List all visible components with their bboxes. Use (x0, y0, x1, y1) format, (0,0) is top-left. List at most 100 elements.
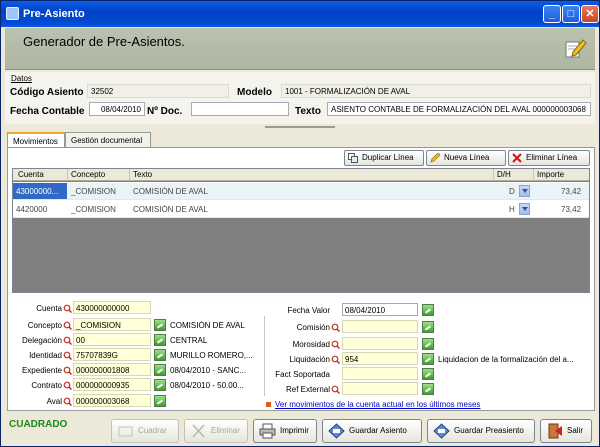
go-arrow-icon[interactable] (154, 395, 166, 407)
salir-button[interactable]: Salir (540, 419, 592, 443)
chevron-down-icon[interactable] (519, 203, 530, 215)
codigo-asiento-label: Código Asiento (10, 87, 84, 98)
go-arrow-icon[interactable] (422, 338, 434, 350)
guardar-preasiento-label: Guardar Preasiento (454, 426, 524, 435)
datos-section: Datos Código Asiento 32502 Modelo 1001 -… (5, 72, 595, 124)
modelo-value: 1001 - FORMALIZACIÓN DE AVAL (281, 84, 591, 98)
column-header-texto[interactable]: Texto (133, 170, 152, 179)
duplicar-linea-button[interactable]: Duplicar Línea (344, 150, 424, 166)
go-arrow-icon[interactable] (422, 383, 434, 395)
table-row[interactable]: 43000000... _COMISION COMISIÓN DE AVAL D… (13, 183, 589, 200)
fact-soportada-field[interactable] (342, 367, 418, 380)
fecha-valor-field[interactable]: 08/04/2010 (342, 303, 418, 316)
eliminar-linea-button[interactable]: Eliminar Línea (508, 150, 590, 166)
search-icon[interactable] (63, 321, 72, 330)
printer-icon (259, 423, 276, 439)
window-title: Pre-Asiento (23, 8, 85, 20)
identidad-label: Identidad (29, 351, 62, 360)
search-icon[interactable] (63, 381, 72, 390)
contrato-field[interactable]: 000000000935 (73, 378, 151, 391)
go-arrow-icon[interactable] (422, 321, 434, 333)
aval-field[interactable]: 000000003068 (73, 394, 151, 407)
concepto-label: Concepto (27, 321, 62, 330)
status-badge: CUADRADO (9, 419, 68, 430)
guardar-asiento-label: Guardar Asiento (349, 426, 407, 435)
morosidad-field[interactable] (342, 337, 418, 350)
row-cell-dh: H (509, 205, 515, 214)
movimientos-grid: Cuenta Concepto Texto D/H Importe 430000… (12, 168, 590, 293)
delegacion-field[interactable]: 00 (73, 333, 151, 346)
minimize-button[interactable]: _ (543, 5, 561, 23)
expediente-field[interactable]: 000000001808 (73, 363, 151, 376)
eliminar-label: Eliminar (211, 426, 240, 435)
search-icon[interactable] (63, 304, 72, 313)
identidad-field[interactable]: 75707839G (73, 348, 151, 361)
comision-field[interactable] (342, 320, 418, 333)
search-icon[interactable] (63, 336, 72, 345)
search-icon[interactable] (63, 397, 72, 406)
guardar-asiento-button[interactable]: Guardar Asiento (322, 419, 422, 443)
row-cell-importe: 73,42 (561, 187, 582, 196)
concepto-description: COMISIÓN DE AVAL (170, 321, 245, 330)
exit-door-icon (548, 423, 562, 439)
guardar-preasiento-button[interactable]: Guardar Preasiento (427, 419, 535, 443)
search-icon[interactable] (331, 355, 340, 364)
app-window: Pre-Asiento _ □ ✕ Generador de Pre-Asien… (0, 0, 600, 447)
cuadrar-label: Cuadrar (138, 426, 167, 435)
cuadrar-button[interactable]: Cuadrar (111, 419, 179, 443)
search-icon[interactable] (63, 366, 72, 375)
liquidacion-label: Liquidación (289, 355, 330, 364)
comision-label: Comisión (296, 323, 330, 332)
imprimir-button[interactable]: Imprimir (253, 419, 317, 443)
liquidacion-description: Liquidacion de la formalización del a... (438, 355, 574, 364)
go-arrow-icon[interactable] (154, 319, 166, 331)
concepto-field[interactable]: _COMISION (73, 318, 151, 331)
column-header-dh[interactable]: D/H (497, 170, 511, 179)
go-arrow-icon[interactable] (422, 368, 434, 380)
row-cell-dh: D (509, 187, 515, 196)
datos-section-label: Datos (11, 74, 32, 83)
search-icon[interactable] (331, 385, 340, 394)
ndoc-field[interactable] (191, 102, 289, 116)
eliminar-button[interactable]: Eliminar (184, 419, 248, 443)
table-row[interactable]: 4420000 _COMISION COMISIÓN DE AVAL H 73,… (13, 201, 589, 218)
chevron-down-icon[interactable] (519, 185, 530, 197)
nueva-linea-label: Nueva Línea (444, 153, 490, 162)
row-cell-importe: 73,42 (561, 205, 582, 214)
tab-gestion-documental[interactable]: Gestión documental (65, 132, 151, 148)
splitter-handle[interactable] (265, 126, 335, 128)
column-header-importe[interactable]: Importe (537, 170, 564, 179)
column-header-cuenta[interactable]: Cuenta (18, 170, 44, 179)
row-cell-texto: COMISIÓN DE AVAL (133, 205, 208, 214)
fecha-contable-field[interactable]: 08/04/2010 (89, 102, 145, 116)
maximize-button[interactable]: □ (562, 5, 580, 23)
ndoc-label: Nº Doc. (147, 106, 183, 117)
edit-document-icon (565, 39, 587, 58)
fact-soportada-label: Fact Soportada (275, 370, 330, 379)
search-icon[interactable] (63, 351, 72, 360)
aval-label: Aval (46, 397, 62, 406)
ver-movimientos-link[interactable]: Ver movimientos de la cuenta actual en l… (265, 400, 480, 409)
nueva-linea-button[interactable]: Nueva Línea (426, 150, 506, 166)
eliminar-linea-label: Eliminar Línea (526, 153, 578, 162)
column-header-concepto[interactable]: Concepto (71, 170, 105, 179)
liquidacion-field[interactable]: 954 (342, 352, 418, 365)
go-arrow-icon[interactable] (422, 353, 434, 365)
codigo-asiento-value: 32502 (87, 84, 229, 98)
go-arrow-icon[interactable] (154, 364, 166, 376)
imprimir-label: Imprimir (280, 426, 309, 435)
form-divider (264, 316, 265, 396)
go-arrow-icon[interactable] (422, 304, 434, 316)
search-icon[interactable] (331, 323, 340, 332)
go-arrow-icon[interactable] (154, 349, 166, 361)
close-button[interactable]: ✕ (581, 5, 599, 23)
pencil-icon (430, 153, 441, 163)
go-arrow-icon[interactable] (154, 379, 166, 391)
cuenta-field[interactable]: 430000000000 (73, 301, 151, 314)
go-arrow-icon[interactable] (154, 334, 166, 346)
search-icon[interactable] (331, 340, 340, 349)
texto-field[interactable]: ASIENTO CONTABLE DE FORMALIZACIÓN DEL AV… (327, 102, 591, 116)
ref-external-field[interactable] (342, 382, 418, 395)
cuenta-label: Cuenta (36, 304, 62, 313)
fecha-contable-label: Fecha Contable (10, 106, 85, 117)
